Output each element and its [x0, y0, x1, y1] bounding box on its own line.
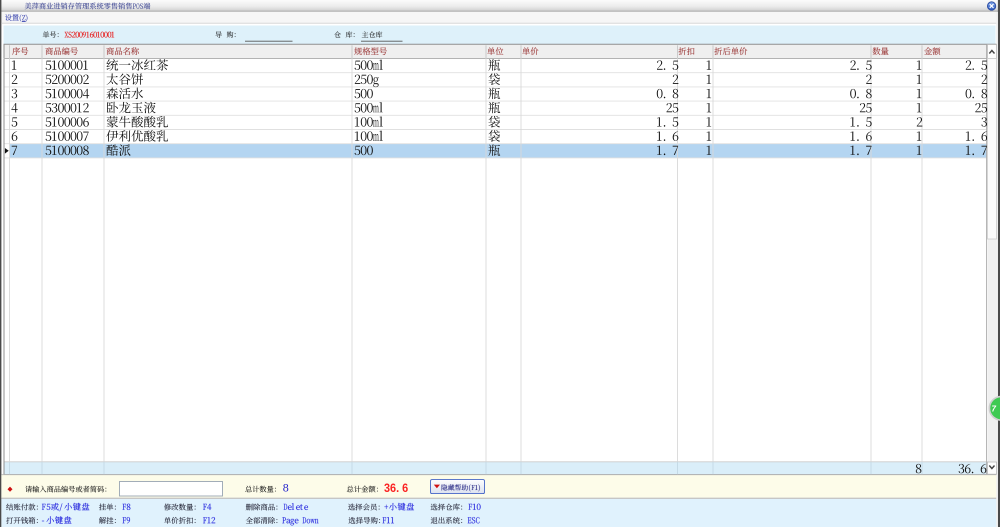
- svg-text:7: 7: [992, 405, 997, 414]
- svg-text:8: 8: [283, 481, 289, 495]
- svg-text:36. 6: 36. 6: [384, 481, 409, 495]
